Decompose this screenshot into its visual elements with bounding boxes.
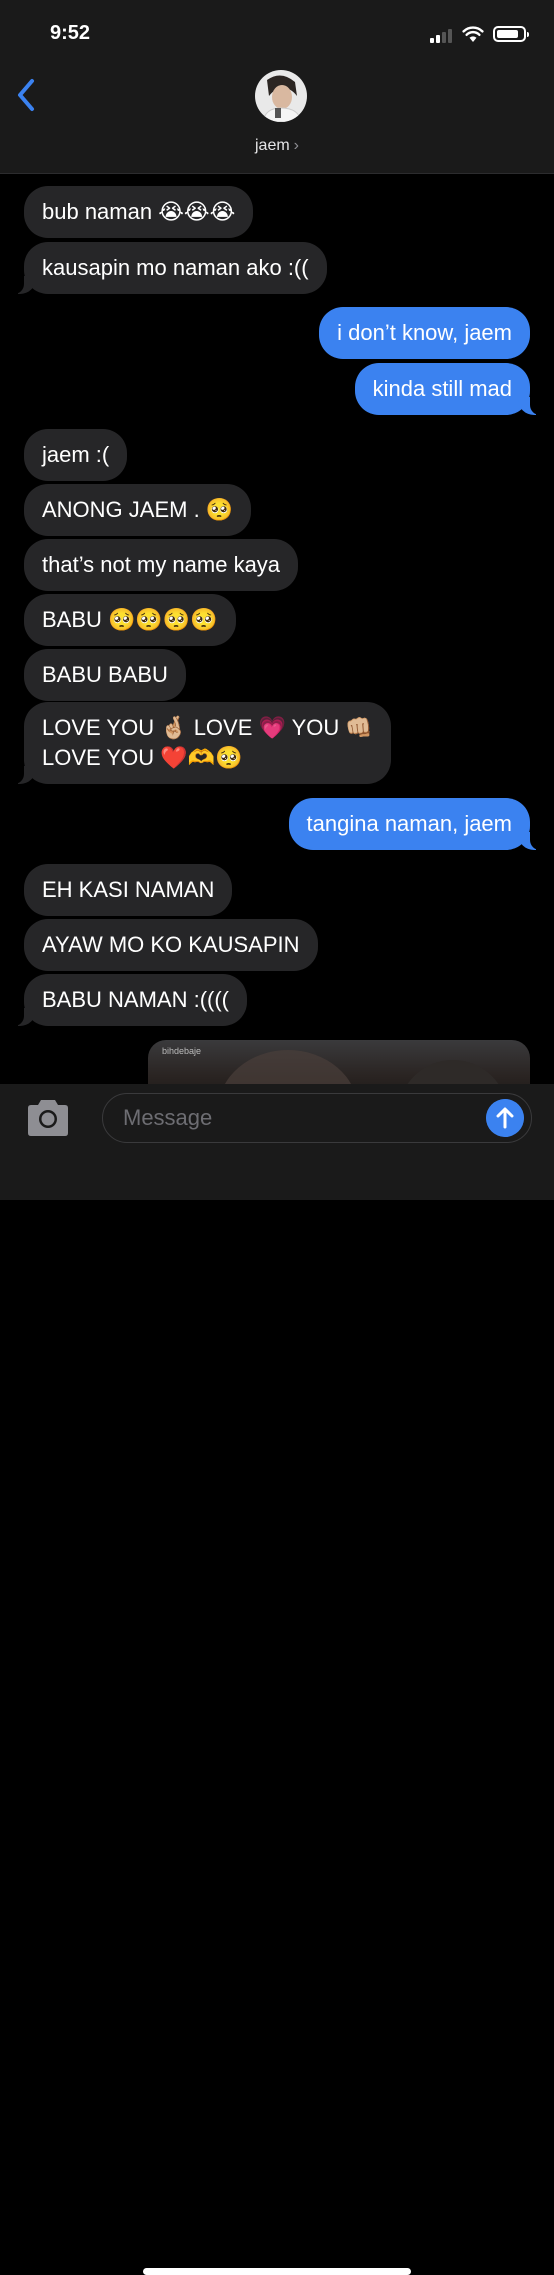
message-bubble-incoming[interactable]: that’s not my name kaya — [24, 539, 299, 591]
message-bubble-outgoing[interactable]: i don’t know, jaem — [319, 307, 530, 359]
message-bubble-incoming[interactable]: ANONG JAEM . 🥺 — [24, 484, 252, 536]
status-time: 9:52 — [50, 22, 91, 44]
contact-name: jaem — [254, 137, 290, 154]
wifi-icon — [462, 26, 484, 42]
message-bubble-incoming[interactable]: EH KASI NAMAN — [24, 864, 233, 916]
message-bubble-incoming[interactable]: BABU 🥺🥺🥺🥺 — [24, 594, 236, 646]
message-bubble-incoming[interactable]: BABU BABU — [24, 649, 186, 701]
home-indicator[interactable] — [143, 2268, 411, 2275]
status-bar: 9:52 — [0, 0, 554, 60]
cellular-signal-icon — [430, 27, 456, 43]
battery-level — [497, 30, 519, 38]
conversation-header: jaem › — [0, 60, 554, 174]
contact-avatar[interactable] — [255, 70, 307, 122]
message-bubble-incoming[interactable]: BABU NAMAN :(((( — [12, 974, 247, 1026]
contact-name-button[interactable]: jaem › — [0, 137, 554, 155]
image-watermark: bihdebaje — [162, 1046, 202, 1056]
back-chevron-icon[interactable] — [10, 75, 50, 115]
photo-content — [398, 1060, 508, 1084]
message-bubble-incoming[interactable]: jaem :( — [24, 429, 128, 481]
message-bubble-incoming[interactable]: LOVE YOU 🤞🏼 LOVE 💗 YOU 👊🏼 LOVE YOU ❤️🫶🥺 — [12, 702, 391, 784]
photo-content — [218, 1050, 358, 1084]
send-arrow-icon[interactable] — [486, 1099, 524, 1137]
message-bubble-outgoing[interactable]: kinda still mad — [354, 363, 543, 415]
message-bubble-outgoing[interactable]: tangina naman, jaem — [288, 798, 543, 850]
message-bubble-incoming[interactable]: bub naman 😭😭😭 — [24, 186, 254, 238]
message-thread[interactable]: bub naman 😭😭😭 kausapin mo naman ako :(( … — [0, 174, 554, 1084]
message-input[interactable] — [102, 1093, 532, 1143]
message-composer — [0, 1084, 554, 2275]
battery-icon — [493, 26, 529, 42]
image-attachment[interactable]: bihdebaje — [148, 1040, 530, 1084]
chevron-right-icon: › — [293, 137, 299, 154]
message-bubble-incoming[interactable]: AYAW MO KO KAUSAPIN — [24, 919, 318, 971]
camera-icon[interactable] — [24, 1098, 72, 1138]
message-bubble-incoming[interactable]: kausapin mo naman ako :(( — [12, 242, 327, 294]
